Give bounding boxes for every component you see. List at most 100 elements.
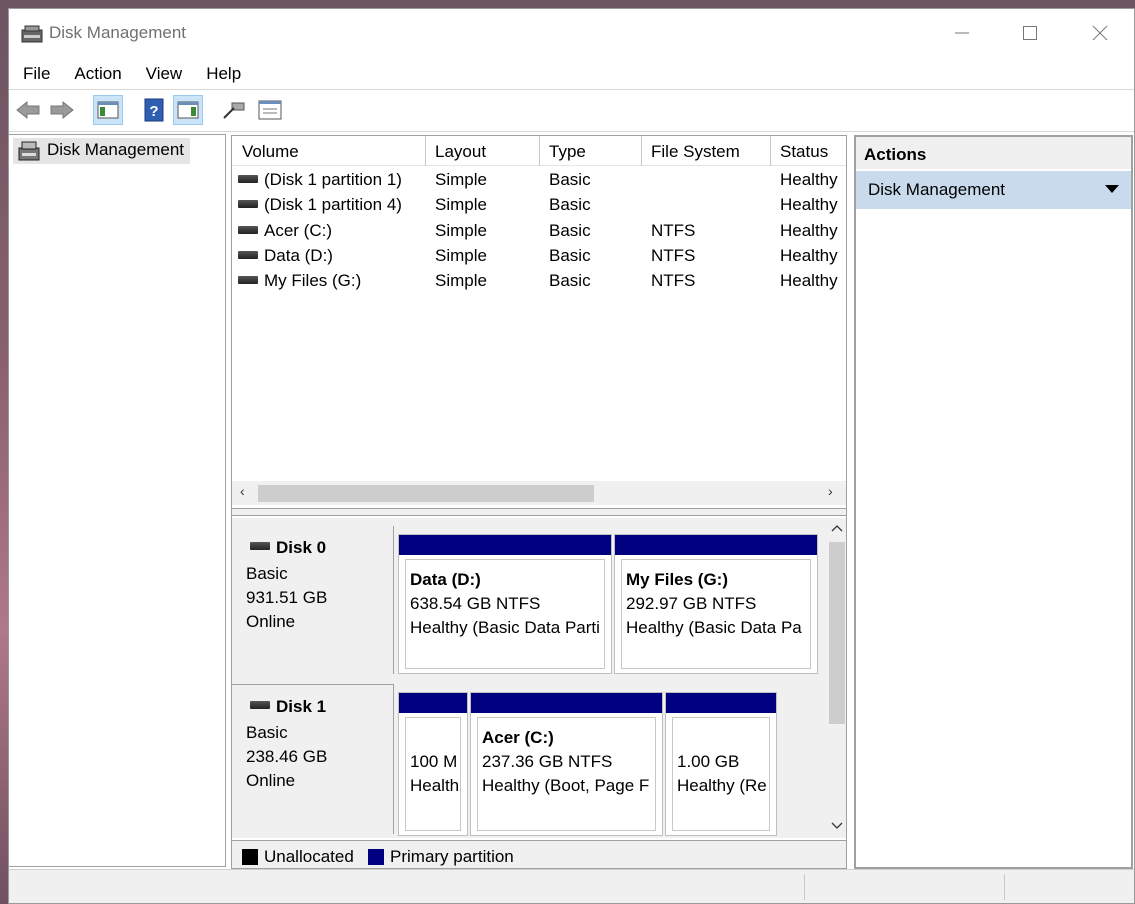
disk-state: Online: [246, 771, 296, 790]
partition-details: 100 M Health: [405, 717, 461, 831]
drive-icon: [238, 275, 258, 284]
column-divider[interactable]: [641, 136, 642, 166]
layout-cell: Simple: [435, 170, 487, 189]
column-header-volume[interactable]: Volume: [242, 142, 299, 162]
scroll-down-icon[interactable]: [831, 822, 843, 830]
pane-splitter[interactable]: [232, 508, 846, 516]
console-tree-button[interactable]: [93, 95, 123, 125]
scroll-up-icon[interactable]: [831, 524, 843, 532]
close-button[interactable]: [1077, 9, 1123, 57]
forward-arrow-icon: [50, 100, 74, 120]
volume-cell: (Disk 1 partition 4): [238, 195, 402, 215]
partition-disk1-part4[interactable]: 1.00 GB Healthy (Re: [665, 692, 777, 836]
disk-name: Disk 0: [276, 538, 327, 557]
disk-0-label[interactable]: Disk 0 Basic 931.51 GB Online: [232, 526, 394, 674]
column-divider[interactable]: [539, 136, 540, 166]
vscroll-thumb[interactable]: [829, 542, 845, 724]
volume-list-hscrollbar[interactable]: ‹ ›: [232, 481, 846, 505]
partition-disk1-part1[interactable]: 100 M Health: [398, 692, 468, 836]
properties-icon: [258, 100, 282, 120]
disk-meta: Basic 238.46 GB Online: [246, 721, 327, 793]
minimize-button[interactable]: [939, 9, 985, 57]
volume-name: (Disk 1 partition 4): [264, 195, 402, 214]
partition-details: 1.00 GB Healthy (Re: [672, 717, 770, 831]
menu-view[interactable]: View: [146, 61, 183, 89]
disk-kind: Basic: [246, 723, 288, 742]
volume-name: Data (D:): [264, 246, 333, 265]
console-tree-icon: [97, 101, 119, 119]
partition-size: 1.00 GB: [677, 752, 740, 771]
center-pane: Volume Layout Type File System Status (D…: [231, 135, 847, 869]
partition-my-files-g[interactable]: My Files (G:) 292.97 GB NTFS Healthy (Ba…: [614, 534, 818, 674]
volume-name: Acer (C:): [264, 221, 332, 240]
status-bar: [9, 869, 1134, 903]
column-header-status[interactable]: Status: [780, 142, 828, 162]
partition-type-bar: [666, 693, 776, 713]
volume-cell: My Files (G:): [238, 271, 361, 291]
fs-cell: NTFS: [651, 221, 696, 240]
disk-map-vscrollbar[interactable]: [828, 518, 846, 838]
help-button[interactable]: ?: [139, 95, 169, 125]
scroll-left-icon[interactable]: ‹: [240, 483, 245, 499]
volume-row[interactable]: (Disk 1 partition 1) Simple Basic Health…: [232, 168, 846, 193]
column-header-type[interactable]: Type: [549, 142, 586, 162]
partition-status: Healthy (Basic Data Parti: [410, 618, 600, 637]
disk-name: Disk 1: [276, 697, 327, 716]
maximize-icon: [1023, 26, 1037, 40]
column-header-layout[interactable]: Layout: [435, 142, 486, 162]
type-cell: Basic: [549, 195, 591, 214]
status-divider: [804, 874, 805, 900]
column-divider[interactable]: [425, 136, 426, 166]
disk-state: Online: [246, 612, 296, 631]
hscroll-thumb[interactable]: [258, 485, 594, 502]
connect-icon: [223, 102, 245, 119]
column-header-file-system[interactable]: File System: [651, 142, 740, 162]
action-pane-button[interactable]: [173, 95, 203, 125]
column-divider[interactable]: [770, 136, 771, 166]
legend-label-primary: Primary partition: [390, 847, 514, 866]
disk-kind: Basic: [246, 564, 288, 583]
volume-cell: Acer (C:): [238, 221, 332, 241]
drive-icon: [250, 542, 270, 550]
minimize-icon: [955, 32, 969, 34]
menu-action[interactable]: Action: [74, 61, 121, 89]
properties-button[interactable]: [255, 95, 285, 125]
partition-acer-c[interactable]: Acer (C:) 237.36 GB NTFS Healthy (Boot, …: [470, 692, 663, 836]
volume-row[interactable]: Data (D:) Simple Basic NTFS Healthy: [232, 244, 846, 269]
back-button[interactable]: [13, 95, 43, 125]
legend: Unallocated Primary partition: [232, 840, 846, 868]
volume-row[interactable]: (Disk 1 partition 4) Simple Basic Health…: [232, 193, 846, 218]
connect-button[interactable]: [219, 95, 249, 125]
volume-row[interactable]: Acer (C:) Simple Basic NTFS Healthy: [232, 219, 846, 244]
close-icon: [1092, 25, 1108, 41]
disk-size: 238.46 GB: [246, 747, 328, 766]
forward-button[interactable]: [47, 95, 77, 125]
menu-file[interactable]: File: [23, 61, 50, 89]
actions-pane: Actions Disk Management: [854, 135, 1133, 869]
status-divider: [1004, 874, 1005, 900]
maximize-button[interactable]: [1007, 9, 1053, 57]
toolbar-separator: [9, 131, 1134, 132]
type-cell: Basic: [549, 271, 591, 290]
legend-swatch-unallocated: [242, 849, 258, 865]
back-arrow-icon: [16, 100, 40, 120]
partition-status: Healthy (Basic Data Pa: [626, 618, 802, 637]
menu-help[interactable]: Help: [206, 61, 241, 89]
partition-type-bar: [399, 693, 467, 713]
tree-item-disk-management[interactable]: Disk Management: [13, 138, 191, 164]
volume-cell: Data (D:): [238, 246, 333, 266]
disk-1-label[interactable]: Disk 1 Basic 238.46 GB Online: [232, 684, 394, 834]
dropdown-arrow-icon[interactable]: [1105, 185, 1119, 193]
disk-size: 931.51 GB: [246, 588, 328, 607]
volume-row[interactable]: My Files (G:) Simple Basic NTFS Healthy: [232, 269, 846, 294]
layout-cell: Simple: [435, 246, 487, 265]
partition-data-d[interactable]: Data (D:) 638.54 GB NTFS Healthy (Basic …: [398, 534, 612, 674]
status-cell: Healthy: [780, 170, 838, 189]
layout-cell: Simple: [435, 221, 487, 240]
partition-details: Data (D:) 638.54 GB NTFS Healthy (Basic …: [405, 559, 605, 669]
action-pane-icon: [177, 101, 199, 119]
actions-disk-management[interactable]: Disk Management: [856, 171, 1131, 209]
drive-icon: [238, 199, 258, 208]
volume-name: (Disk 1 partition 1): [264, 170, 402, 189]
scroll-right-icon[interactable]: ›: [828, 483, 833, 499]
